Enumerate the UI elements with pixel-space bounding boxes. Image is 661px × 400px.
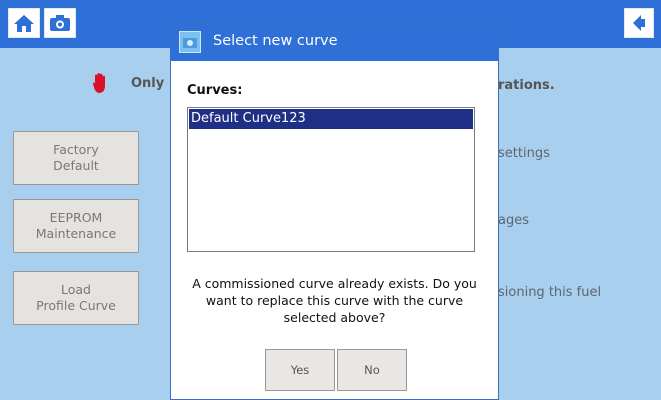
eeprom-maintenance-line2: Maintenance: [35, 226, 117, 241]
back-icon: [630, 13, 648, 33]
factory-default-button[interactable]: Factory Default: [13, 131, 139, 185]
hand-stop-icon: [92, 72, 108, 98]
back-button[interactable]: [624, 8, 654, 38]
curves-list[interactable]: Default Curve123: [187, 107, 475, 252]
factory-default-line2: Default: [53, 158, 99, 173]
warning-text-tail: rations.: [498, 78, 555, 93]
home-icon: [13, 13, 35, 33]
factory-default-description: settings: [498, 146, 550, 161]
eeprom-maintenance-button[interactable]: EEPROM Maintenance: [13, 199, 139, 253]
load-profile-curve-description: sioning this fuel: [498, 285, 602, 300]
home-button[interactable]: [8, 8, 40, 38]
warning-text: Only: [131, 76, 165, 91]
camera-button[interactable]: [44, 8, 76, 38]
yes-button[interactable]: Yes: [265, 349, 335, 391]
dialog-camera-icon: [179, 31, 201, 53]
camera-icon: [49, 14, 71, 32]
dialog-title: Select new curve: [213, 33, 338, 49]
no-button[interactable]: No: [337, 349, 407, 391]
confirm-message: A commissioned curve already exists. Do …: [192, 276, 477, 325]
curves-label: Curves:: [187, 83, 243, 98]
list-item[interactable]: Default Curve123: [189, 109, 473, 129]
load-profile-curve-line2: Profile Curve: [36, 298, 116, 313]
factory-default-line1: Factory: [53, 142, 99, 157]
eeprom-maintenance-description: ages: [498, 213, 529, 228]
load-profile-curve-button[interactable]: Load Profile Curve: [13, 271, 139, 325]
load-profile-curve-line1: Load: [61, 282, 91, 297]
dialog-title-bar: Select new curve: [171, 23, 498, 61]
eeprom-maintenance-line1: EEPROM: [49, 210, 103, 225]
select-curve-dialog: Select new curve Curves: Default Curve12…: [170, 22, 499, 400]
